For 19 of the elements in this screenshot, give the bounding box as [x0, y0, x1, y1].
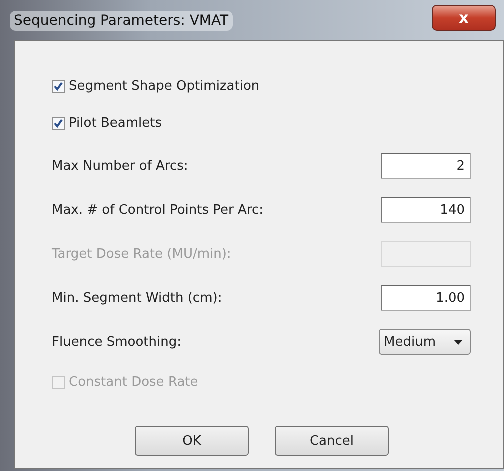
- checkbox-label: Pilot Beamlets: [69, 116, 162, 131]
- field-label: Fluence Smoothing:: [52, 334, 182, 350]
- checkbox-label: Segment Shape Optimization: [69, 79, 260, 94]
- ok-button[interactable]: OK: [135, 426, 249, 456]
- field-label: Max. # of Control Points Per Arc:: [52, 202, 264, 218]
- field-label: Max Number of Arcs:: [52, 158, 188, 174]
- caret-icon: [454, 340, 463, 344]
- field-label: Min. Segment Width (cm):: [52, 290, 222, 306]
- input-field[interactable]: 2: [381, 153, 471, 179]
- input-field[interactable]: 140: [381, 197, 471, 223]
- dropdown[interactable]: Medium: [379, 329, 471, 355]
- field-label: Target Dose Rate (MU/min):: [52, 246, 232, 262]
- input-field[interactable]: 1.00: [381, 285, 471, 311]
- checkbox-label: Constant Dose Rate: [69, 375, 198, 390]
- checkbox[interactable]: [52, 80, 65, 93]
- cancel-button[interactable]: Cancel: [275, 426, 389, 456]
- window-title: Sequencing Parameters: VMAT: [10, 11, 233, 31]
- checkbox[interactable]: [52, 117, 65, 130]
- close-button[interactable]: x: [432, 5, 496, 31]
